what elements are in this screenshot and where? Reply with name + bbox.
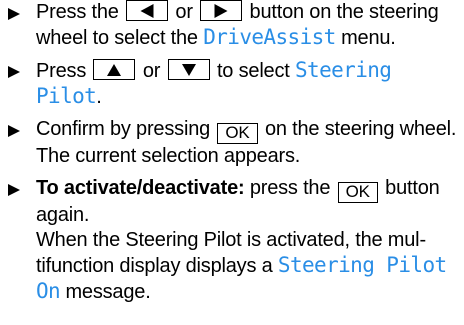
step-result-text: message. <box>65 281 151 303</box>
step-text: menu. <box>341 27 396 49</box>
step-arrow-icon <box>8 66 20 78</box>
instruction-page: Press the or button on the steering whee… <box>0 0 464 325</box>
up-arrow-key <box>93 59 136 80</box>
ok-key: OK <box>337 182 378 203</box>
instruction-step-3: Confirm by pressing OK on the steering w… <box>0 117 458 169</box>
step-result: When the Steering Pilot is activated, th… <box>36 228 458 305</box>
step-text: on the steering wheel. <box>264 118 457 140</box>
ok-key: OK <box>217 123 258 144</box>
triangle-down-icon <box>181 63 196 76</box>
instruction-step-2: Press or to select Steering Pilot. <box>0 58 458 110</box>
right-arrow-key <box>200 0 243 21</box>
step-text: Press the <box>36 1 119 23</box>
instruction-step-4: To activate/deactivate: press the OK but… <box>0 176 458 305</box>
instruction-step-1: Press the or button on the steering whee… <box>0 0 458 51</box>
step-text: Press <box>36 60 87 82</box>
step-heading: To activate/deactivate: <box>36 177 245 199</box>
step-result: The current selection appears. <box>36 145 301 167</box>
menu-name: DriveAssist <box>203 25 336 49</box>
triangle-up-icon <box>107 63 122 76</box>
triangle-right-icon <box>214 3 228 18</box>
step-text: . <box>96 86 102 108</box>
step-text: to select <box>216 60 290 82</box>
menu-item-name: Steering Pilot <box>36 58 392 108</box>
step-arrow-icon <box>8 8 20 20</box>
left-arrow-key <box>126 0 169 21</box>
step-arrow-icon <box>8 125 20 137</box>
triangle-left-icon <box>140 3 154 18</box>
step-text: press the <box>249 177 331 199</box>
step-text: or <box>142 60 161 82</box>
step-text: Confirm by pressing <box>36 118 211 140</box>
step-arrow-icon <box>8 184 20 196</box>
step-text: or <box>175 1 193 23</box>
down-arrow-key <box>167 59 210 80</box>
